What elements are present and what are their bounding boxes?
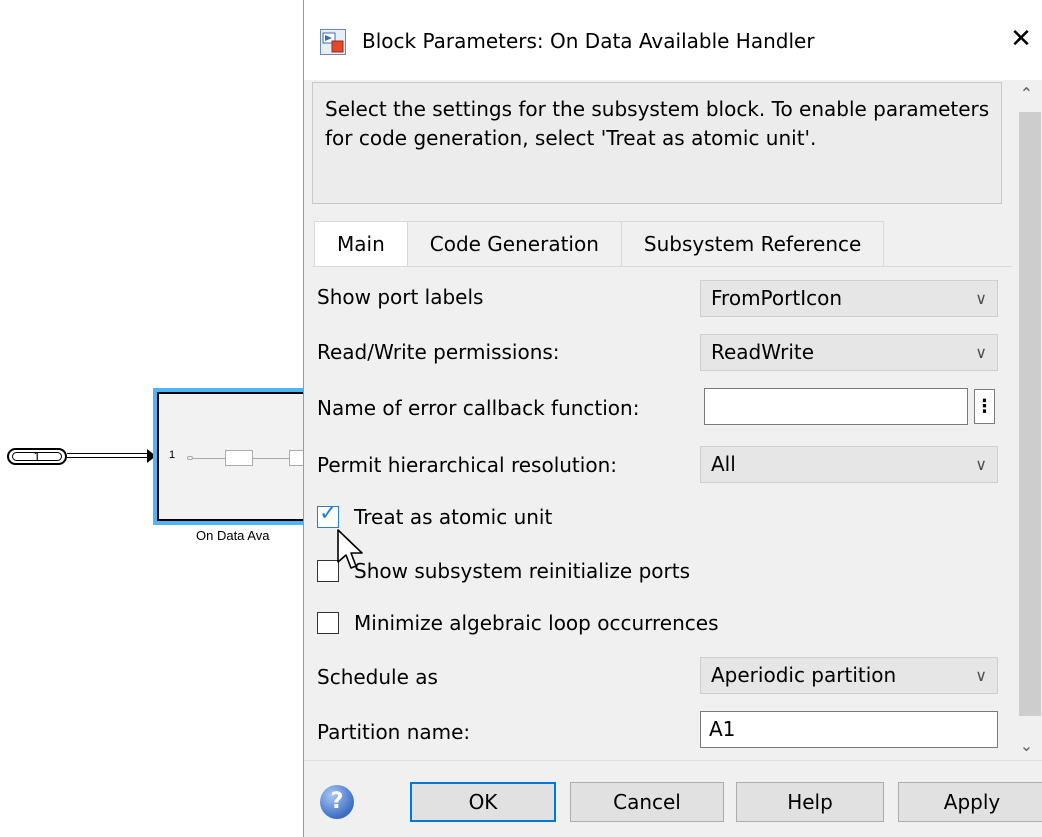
model-canvas[interactable]: 1 1 On Data Ava xyxy=(0,0,317,837)
scroll-thumb[interactable] xyxy=(1019,112,1041,716)
close-icon[interactable]: ✕ xyxy=(1000,18,1042,60)
apply-button[interactable]: Apply xyxy=(898,782,1042,822)
show-port-labels-dropdown[interactable]: FromPortIcon ∨ xyxy=(700,280,998,317)
schedule-as-dropdown[interactable]: Aperiodic partition ∨ xyxy=(700,657,998,694)
help-button[interactable]: Help xyxy=(736,782,884,822)
tab-code-generation[interactable]: Code Generation xyxy=(406,221,622,266)
read-write-dropdown[interactable]: ReadWrite ∨ xyxy=(700,334,998,371)
read-write-value: ReadWrite xyxy=(711,340,815,364)
chevron-down-icon: ∨ xyxy=(975,343,987,362)
dialog-title: Block Parameters: On Data Available Hand… xyxy=(362,29,815,53)
chevron-down-icon: ∨ xyxy=(975,289,987,308)
inport-block[interactable]: 1 xyxy=(7,448,67,465)
ok-button[interactable]: OK xyxy=(410,782,556,822)
scroll-up-icon[interactable]: ⌃ xyxy=(1010,80,1042,108)
subsystem-preview-box xyxy=(225,450,253,466)
subsystem-block[interactable]: 1 xyxy=(153,388,317,525)
tab-divider xyxy=(312,266,1012,267)
inport-number: 1 xyxy=(33,449,41,464)
chevron-down-icon: ∨ xyxy=(975,666,987,685)
subsystem-block-body: 1 xyxy=(157,392,317,521)
hierarchical-resolution-value: All xyxy=(711,452,736,476)
error-callback-input[interactable] xyxy=(704,388,968,425)
mouse-pointer-icon xyxy=(337,529,363,569)
minimize-loop-checkbox[interactable] xyxy=(317,612,339,634)
scroll-down-icon[interactable]: ⌄ xyxy=(1010,732,1042,760)
hierarchical-resolution-label: Permit hierarchical resolution: xyxy=(317,453,617,477)
cancel-button[interactable]: Cancel xyxy=(570,782,724,822)
tab-bar: Main Code Generation Subsystem Reference xyxy=(314,221,885,267)
vertical-scrollbar[interactable]: ⌃ ⌄ xyxy=(1010,80,1042,760)
chevron-down-icon: ∨ xyxy=(975,455,987,474)
treat-atomic-checkbox[interactable]: ✓ xyxy=(317,501,339,528)
tab-main[interactable]: Main xyxy=(314,221,408,267)
subsystem-preview-line xyxy=(253,458,289,459)
read-write-label: Read/Write permissions: xyxy=(317,340,560,364)
tab-subsystem-reference[interactable]: Subsystem Reference xyxy=(620,221,885,266)
show-reinit-label[interactable]: Show subsystem reinitialize ports xyxy=(354,559,690,583)
more-options-icon[interactable]: ⋮ xyxy=(974,389,995,424)
dialog-description: Select the settings for the subsystem bl… xyxy=(312,82,1002,204)
partition-name-input[interactable]: A1 xyxy=(700,711,998,748)
checkmark-icon: ✓ xyxy=(319,501,338,526)
show-port-labels-value: FromPortIcon xyxy=(711,286,843,310)
hierarchical-resolution-dropdown[interactable]: All ∨ xyxy=(700,446,998,483)
dialog-titlebar[interactable]: Block Parameters: On Data Available Hand… xyxy=(304,0,1042,80)
error-callback-label: Name of error callback function: xyxy=(317,396,640,420)
schedule-as-label: Schedule as xyxy=(317,665,438,689)
subsystem-port-number: 1 xyxy=(169,449,176,461)
footer-divider xyxy=(304,760,1042,761)
minimize-loop-label[interactable]: Minimize algebraic loop occurrences xyxy=(354,611,718,635)
signal-line[interactable] xyxy=(67,453,152,458)
show-port-labels-label: Show port labels xyxy=(317,285,484,309)
subsystem-block-label[interactable]: On Data Ava xyxy=(196,528,269,543)
block-parameters-dialog: Block Parameters: On Data Available Hand… xyxy=(303,0,1042,837)
help-icon[interactable]: ? xyxy=(320,785,354,819)
partition-name-label: Partition name: xyxy=(317,720,471,744)
schedule-as-value: Aperiodic partition xyxy=(711,663,897,687)
block-parameters-icon xyxy=(320,29,346,55)
subsystem-preview-line xyxy=(193,458,225,459)
treat-atomic-label[interactable]: Treat as atomic unit xyxy=(354,505,552,529)
